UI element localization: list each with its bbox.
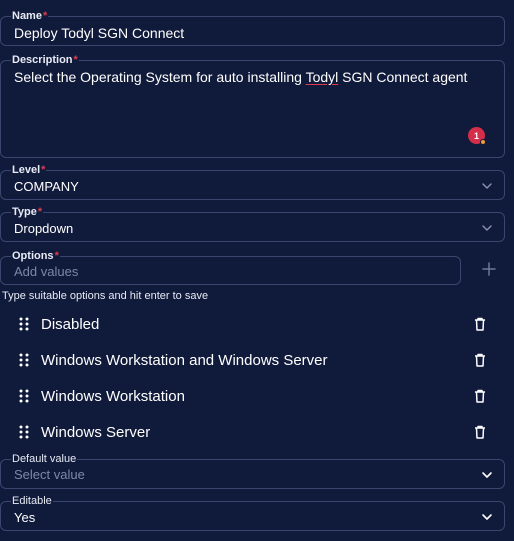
option-label: Windows Workstation: [41, 388, 185, 405]
level-label: Level*: [11, 164, 47, 176]
chevron-down-icon[interactable]: [480, 179, 494, 193]
option-row: Windows Workstation: [0, 378, 505, 414]
editable-label: Editable: [11, 495, 53, 507]
option-row: Windows Workstation and Windows Server: [0, 342, 505, 378]
trash-icon[interactable]: [472, 316, 488, 332]
required-mark: *: [54, 250, 59, 262]
custom-field-form: Name* Deploy Todyl SGN Connect Descripti…: [0, 0, 514, 541]
chevron-down-icon[interactable]: [480, 510, 494, 524]
options-placeholder: Add values: [14, 264, 79, 279]
editable-value: Yes: [14, 510, 36, 525]
trash-icon[interactable]: [472, 352, 488, 368]
default-value-placeholder: Select value: [14, 467, 85, 482]
drag-handle-icon[interactable]: [19, 317, 29, 331]
trash-icon[interactable]: [472, 424, 488, 440]
required-mark: *: [73, 54, 78, 66]
description-label: Description*: [11, 54, 79, 66]
options-label: Options*: [11, 250, 60, 262]
default-value-select[interactable]: Default value Select value: [0, 454, 505, 489]
editable-select[interactable]: Editable Yes: [0, 496, 505, 531]
description-value[interactable]: Select the Operating System for auto ins…: [14, 70, 467, 84]
option-row: Disabled: [0, 306, 505, 342]
drag-handle-icon[interactable]: [19, 353, 29, 367]
required-mark: *: [42, 10, 48, 22]
required-mark: *: [41, 164, 46, 176]
chevron-down-icon[interactable]: [480, 468, 494, 482]
default-value-label: Default value: [11, 453, 78, 465]
option-label: Disabled: [41, 316, 100, 333]
plus-icon[interactable]: [482, 262, 496, 276]
type-value: Dropdown: [14, 221, 74, 236]
drag-handle-icon[interactable]: [19, 389, 29, 403]
required-mark: *: [37, 206, 43, 218]
option-row: Windows Server: [0, 414, 505, 450]
chevron-down-icon[interactable]: [480, 221, 494, 235]
type-label: Type*: [11, 206, 44, 218]
option-label: Windows Server: [41, 424, 151, 441]
name-label: Name*: [11, 10, 49, 22]
option-label: Windows Workstation and Windows Server: [41, 352, 328, 369]
name-value[interactable]: Deploy Todyl SGN Connect: [14, 26, 184, 40]
level-value: COMPANY: [14, 179, 79, 194]
description-field[interactable]: Description* Select the Operating System…: [0, 55, 505, 158]
options-input[interactable]: Options* Add values: [0, 251, 461, 285]
drag-handle-icon[interactable]: [19, 425, 29, 439]
options-hint: Type suitable options and hit enter to s…: [2, 290, 209, 302]
type-select[interactable]: Type* Dropdown: [0, 207, 505, 242]
trash-icon[interactable]: [472, 388, 488, 404]
misspelled-word[interactable]: Todyl: [306, 69, 339, 85]
status-dot: [480, 139, 486, 145]
name-field[interactable]: Name* Deploy Todyl SGN Connect: [0, 11, 505, 46]
level-select[interactable]: Level* COMPANY: [0, 165, 505, 200]
